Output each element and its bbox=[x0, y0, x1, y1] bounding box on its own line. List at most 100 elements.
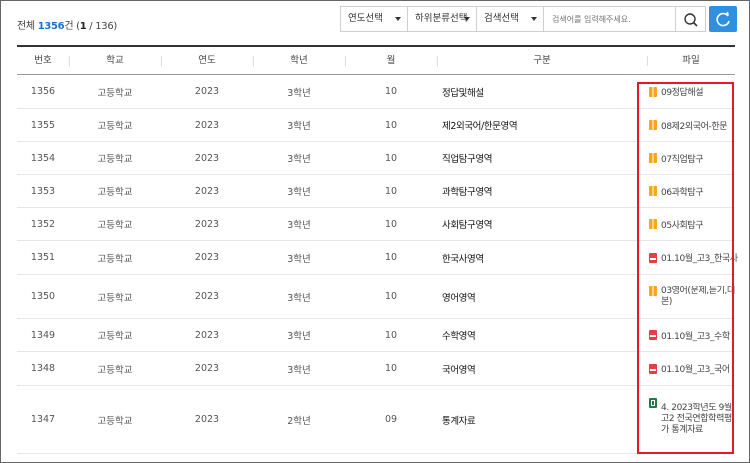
total-prefix: 전체 bbox=[17, 21, 38, 32]
year-select[interactable]: 연도선택 bbox=[340, 6, 408, 32]
row-year: 2023 bbox=[194, 218, 220, 230]
row-school: 고등학교 bbox=[97, 331, 133, 342]
hwp-file-icon bbox=[649, 286, 657, 296]
file-link[interactable]: 03영어(문제,듣기,대본) bbox=[649, 275, 739, 318]
file-name: 01.10월_고3_수학 bbox=[661, 331, 730, 342]
row-category-link[interactable]: 사회탐구영역 bbox=[442, 208, 642, 240]
hwp-file-icon bbox=[649, 86, 657, 97]
search-field-select-label: 검색선택 bbox=[484, 13, 519, 24]
table-row[interactable]: 1349 고등학교 2023 3학년 10 수학영역 01.10월_고3_수학 bbox=[17, 319, 735, 352]
hwp-file-icon bbox=[649, 153, 657, 163]
refresh-button[interactable] bbox=[709, 6, 737, 32]
header-category: 구분 bbox=[533, 55, 551, 66]
row-category-link[interactable]: 과학탐구영역 bbox=[442, 175, 642, 207]
row-number: 1352 bbox=[30, 218, 56, 230]
row-number: 1347 bbox=[30, 414, 56, 425]
table-row[interactable]: 1355 고등학교 2023 3학년 10 제2외국어/한문영역 08제2외국어-한문 bbox=[17, 109, 735, 142]
subcategory-select[interactable]: 하위분류선택 bbox=[407, 6, 477, 32]
page-total: / 136) bbox=[86, 21, 118, 32]
file-name: 09정답해설 bbox=[661, 88, 704, 98]
row-month: 10 bbox=[384, 252, 398, 263]
file-link[interactable]: 05사회탐구 bbox=[649, 208, 739, 240]
row-number: 1353 bbox=[30, 185, 56, 197]
file-link[interactable]: 09정답해설 bbox=[649, 75, 739, 108]
file-name: 03영어(문제,듣기,대본) bbox=[661, 285, 735, 307]
search-input[interactable] bbox=[543, 6, 676, 32]
total-number: 1356 bbox=[37, 21, 65, 32]
row-grade: 3학년 bbox=[287, 364, 311, 376]
row-school: 고등학교 bbox=[97, 364, 133, 376]
row-grade: 3학년 bbox=[287, 331, 311, 342]
row-number: 1350 bbox=[30, 291, 56, 302]
file-name: 08제2외국어-한문 bbox=[661, 121, 728, 132]
file-name: 01.10월_고3_국어 bbox=[661, 365, 730, 375]
header-grade: 학년 bbox=[290, 55, 308, 66]
header-year: 연도 bbox=[198, 55, 216, 66]
row-grade: 3학년 bbox=[287, 121, 311, 132]
file-link[interactable]: 01.10월_고3_국어 bbox=[649, 352, 739, 385]
chevron-down-icon bbox=[464, 17, 470, 21]
row-category-link[interactable]: 국어영역 bbox=[442, 352, 642, 385]
header-month: 월 bbox=[386, 55, 396, 66]
row-month: 10 bbox=[384, 363, 398, 374]
pdf-file-icon bbox=[649, 330, 657, 340]
table-row[interactable]: 1353 고등학교 2023 3학년 10 과학탐구영역 06과학탐구 bbox=[17, 175, 735, 208]
table-row[interactable]: 1350 고등학교 2023 3학년 10 영어영역 03영어(문제,듣기,대본) bbox=[17, 275, 735, 319]
row-category-link[interactable]: 직업탐구영역 bbox=[442, 142, 642, 174]
row-school: 고등학교 bbox=[97, 220, 133, 231]
row-category-link[interactable]: 제2외국어/한문영역 bbox=[442, 109, 642, 141]
row-year: 2023 bbox=[194, 363, 220, 374]
row-school: 고등학교 bbox=[97, 187, 133, 198]
row-school: 고등학교 bbox=[97, 415, 133, 427]
table-row[interactable]: 1356 고등학교 2023 3학년 10 정답및해설 09정답해설 bbox=[17, 75, 735, 109]
file-link[interactable]: 01.10월_고3_수학 bbox=[649, 319, 739, 351]
row-number: 1354 bbox=[30, 152, 56, 164]
row-year: 2023 bbox=[194, 119, 220, 131]
table-row[interactable]: 1352 고등학교 2023 3학년 10 사회탐구영역 05사회탐구 bbox=[17, 208, 735, 241]
file-link[interactable]: 06과학탐구 bbox=[649, 175, 739, 207]
row-category-link[interactable]: 통계자료 bbox=[442, 386, 642, 453]
row-year: 2023 bbox=[194, 414, 220, 425]
file-link[interactable]: 01.10월_고3_한국사 bbox=[649, 241, 739, 274]
table-row[interactable]: 1354 고등학교 2023 3학년 10 직업탐구영역 07직업탐구 bbox=[17, 142, 735, 175]
row-school: 고등학교 bbox=[97, 292, 133, 304]
row-year: 2023 bbox=[194, 252, 220, 263]
row-month: 10 bbox=[384, 218, 398, 230]
pdf-file-icon bbox=[649, 252, 657, 263]
row-grade: 3학년 bbox=[287, 187, 311, 198]
row-category-link[interactable]: 수학영역 bbox=[442, 319, 642, 351]
search-button[interactable] bbox=[676, 6, 706, 32]
row-grade: 3학년 bbox=[287, 154, 311, 165]
row-category-link[interactable]: 영어영역 bbox=[442, 275, 642, 318]
file-link[interactable]: 08제2외국어-한문 bbox=[649, 109, 739, 141]
header-number: 번호 bbox=[34, 55, 52, 66]
file-name: 05사회탐구 bbox=[661, 220, 704, 231]
table-row[interactable]: 1348 고등학교 2023 3학년 10 국어영역 01.10월_고3_국어 bbox=[17, 352, 735, 386]
hwp-file-icon bbox=[649, 186, 657, 196]
row-grade: 3학년 bbox=[287, 220, 311, 231]
header-school: 학교 bbox=[106, 55, 124, 66]
search-icon bbox=[684, 13, 698, 27]
table-row[interactable]: 1347 고등학교 2023 2학년 09 통계자료 4. 2023학년도 9월 고2 전국… bbox=[17, 386, 735, 454]
year-select-label: 연도선택 bbox=[348, 13, 383, 24]
row-category-link[interactable]: 한국사영역 bbox=[442, 241, 642, 274]
row-month: 09 bbox=[384, 414, 398, 425]
row-school: 고등학교 bbox=[97, 121, 133, 132]
row-number: 1356 bbox=[30, 86, 56, 97]
file-link[interactable]: 07직업탐구 bbox=[649, 142, 739, 174]
file-name: 06과학탐구 bbox=[661, 187, 704, 198]
row-school: 고등학교 bbox=[97, 154, 133, 165]
row-category-link[interactable]: 정답및해설 bbox=[442, 75, 642, 108]
file-link[interactable]: 4. 2023학년도 9월 고2 전국연합학력평가 통계자료 bbox=[649, 386, 739, 453]
search-field-select[interactable]: 검색선택 bbox=[476, 6, 544, 32]
file-name: 07직업탐구 bbox=[661, 154, 704, 165]
chevron-down-icon bbox=[395, 17, 401, 21]
table-row[interactable]: 1351 고등학교 2023 3학년 10 한국사영역 01.10월_고3_한국사 bbox=[17, 241, 738, 275]
total-count: 전체 1356건 (1 / 136) bbox=[17, 17, 117, 32]
row-month: 10 bbox=[384, 185, 398, 197]
row-school: 고등학교 bbox=[97, 87, 133, 99]
toolbar: 전체 1356건 (1 / 136) 연도선택 하위분류선택 검색선택 bbox=[0, 0, 750, 40]
hwp-file-icon bbox=[649, 219, 657, 229]
refresh-icon bbox=[716, 11, 730, 27]
row-year: 2023 bbox=[194, 86, 220, 97]
